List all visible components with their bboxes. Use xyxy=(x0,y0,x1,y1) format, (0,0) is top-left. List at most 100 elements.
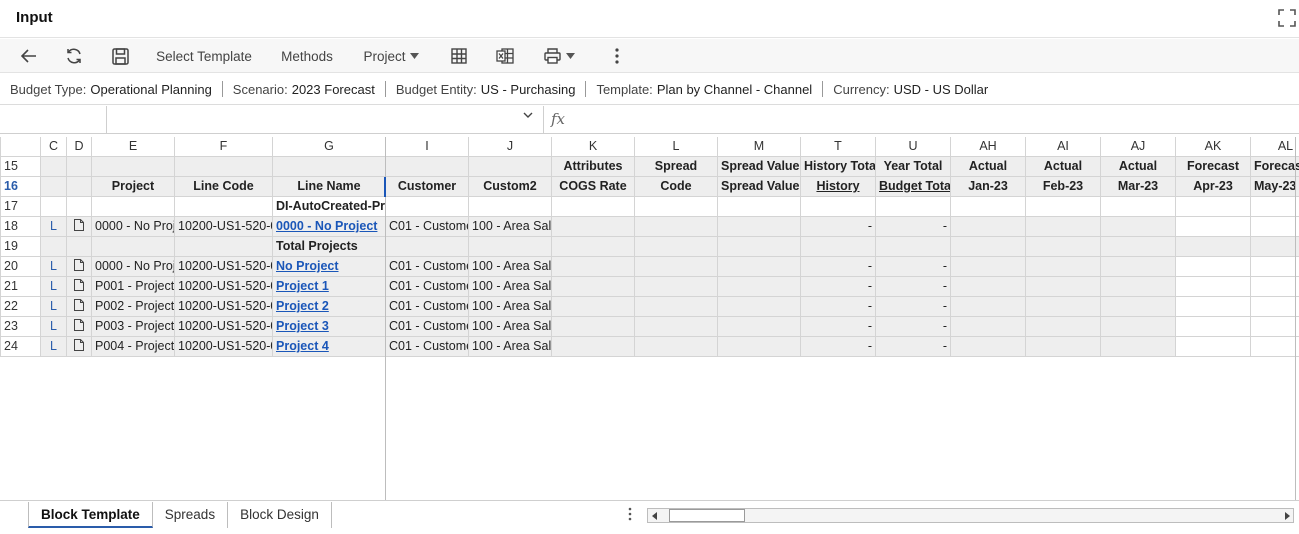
tab-block-template[interactable]: Block Template xyxy=(28,502,153,528)
cell[interactable] xyxy=(468,195,552,217)
document-icon[interactable] xyxy=(66,315,92,337)
header-cell[interactable]: Mar-23 xyxy=(1100,175,1176,197)
cell[interactable] xyxy=(717,295,801,317)
tab-block-design[interactable]: Block Design xyxy=(228,502,332,528)
cell[interactable] xyxy=(40,235,67,257)
year-total-cell[interactable]: - xyxy=(875,275,951,297)
cell[interactable] xyxy=(551,315,635,337)
cell[interactable] xyxy=(551,255,635,277)
header-cell[interactable]: COGS Rate xyxy=(551,175,635,197)
line-code-cell[interactable]: 10200-US1-520-000 xyxy=(174,335,273,357)
line-name-link[interactable]: Project 2 xyxy=(272,295,386,317)
corner-cell[interactable] xyxy=(0,137,41,157)
column-header[interactable]: D xyxy=(66,137,92,157)
header-cell[interactable]: Spread Values xyxy=(717,155,801,177)
column-header[interactable]: M xyxy=(717,137,801,157)
cell[interactable] xyxy=(717,215,801,237)
header-cell[interactable]: Apr-23 xyxy=(1175,175,1251,197)
line-code-cell[interactable]: 10200-US1-520-000 xyxy=(174,315,273,337)
cell[interactable] xyxy=(634,315,718,337)
cell[interactable] xyxy=(1100,315,1176,337)
cell[interactable] xyxy=(40,195,67,217)
row-number[interactable]: 22 xyxy=(0,295,41,317)
cell[interactable] xyxy=(551,195,635,217)
cell[interactable] xyxy=(1025,255,1101,277)
line-link-cell[interactable]: L xyxy=(40,335,67,357)
header-cell[interactable]: History xyxy=(800,175,876,197)
cell[interactable] xyxy=(717,235,801,257)
cell[interactable] xyxy=(551,215,635,237)
input-cell[interactable] xyxy=(1250,335,1299,357)
column-header[interactable]: I xyxy=(385,137,469,157)
input-cell[interactable] xyxy=(1250,275,1299,297)
cell[interactable] xyxy=(950,335,1026,357)
row-number[interactable]: 15 xyxy=(0,155,41,177)
header-cell[interactable]: Line Code xyxy=(174,175,273,197)
row-number[interactable]: 24 xyxy=(0,335,41,357)
spreadsheet-grid[interactable]: C D E F G I J K L M T U AH AI AJ AK AL 1… xyxy=(0,137,1299,500)
custom2-cell[interactable]: 100 - Area Sales xyxy=(468,335,552,357)
custom2-cell[interactable]: 100 - Area Sales xyxy=(468,215,552,237)
document-icon[interactable] xyxy=(66,255,92,277)
customer-cell[interactable]: C01 - Customer 01 xyxy=(385,295,469,317)
customer-cell[interactable]: C01 - Customer 01 xyxy=(385,275,469,297)
header-cell[interactable]: Customer xyxy=(385,175,469,197)
cell[interactable] xyxy=(717,335,801,357)
cell[interactable] xyxy=(66,235,92,257)
header-cell[interactable]: Forecast xyxy=(1175,155,1251,177)
header-cell[interactable]: Actual xyxy=(950,155,1026,177)
cell[interactable] xyxy=(634,195,718,217)
cell[interactable]: Total Projects xyxy=(272,235,386,257)
cell[interactable] xyxy=(40,155,67,177)
input-cell[interactable] xyxy=(1175,215,1251,237)
save-icon[interactable] xyxy=(108,39,132,73)
cell[interactable] xyxy=(1025,215,1101,237)
column-header[interactable]: AH xyxy=(950,137,1026,157)
column-header[interactable]: AI xyxy=(1025,137,1101,157)
row-number[interactable]: 21 xyxy=(0,275,41,297)
cell[interactable] xyxy=(66,195,92,217)
cell[interactable] xyxy=(950,215,1026,237)
cell[interactable] xyxy=(551,275,635,297)
input-cell[interactable] xyxy=(1175,315,1251,337)
column-header[interactable]: AJ xyxy=(1100,137,1176,157)
row-number-selected[interactable]: 16 xyxy=(0,175,41,197)
cell[interactable] xyxy=(800,195,876,217)
input-cell[interactable] xyxy=(1175,335,1251,357)
custom2-cell[interactable]: 100 - Area Sales xyxy=(468,295,552,317)
scrollbar-thumb[interactable] xyxy=(669,509,745,522)
cell[interactable] xyxy=(875,195,951,217)
input-cell[interactable] xyxy=(1250,315,1299,337)
year-total-cell[interactable]: - xyxy=(875,255,951,277)
cell[interactable] xyxy=(1025,335,1101,357)
year-total-cell[interactable]: - xyxy=(875,335,951,357)
customer-cell[interactable]: C01 - Customer 01 xyxy=(385,215,469,237)
cell[interactable] xyxy=(468,155,552,177)
customer-cell[interactable]: C01 - Customer 01 xyxy=(385,335,469,357)
column-header[interactable]: U xyxy=(875,137,951,157)
cell[interactable] xyxy=(1100,295,1176,317)
cell[interactable] xyxy=(385,155,469,177)
header-cell[interactable]: May-23 xyxy=(1250,175,1299,197)
column-header[interactable]: C xyxy=(40,137,67,157)
row-number[interactable]: 19 xyxy=(0,235,41,257)
row-number[interactable]: 18 xyxy=(0,215,41,237)
line-name-link[interactable]: 0000 - No Project xyxy=(272,215,386,237)
header-cell[interactable]: History Total xyxy=(800,155,876,177)
project-cell[interactable]: P004 - Project 4 xyxy=(91,335,175,357)
line-code-cell[interactable]: 10200-US1-520-000 xyxy=(174,255,273,277)
history-total-cell[interactable]: - xyxy=(800,275,876,297)
cell[interactable] xyxy=(1250,235,1299,257)
cell[interactable] xyxy=(950,235,1026,257)
line-link-cell[interactable]: L xyxy=(40,215,67,237)
name-box-dropdown[interactable] xyxy=(107,106,544,133)
document-icon[interactable] xyxy=(66,335,92,357)
cell[interactable] xyxy=(1025,275,1101,297)
cell[interactable] xyxy=(66,175,92,197)
cell[interactable] xyxy=(91,155,175,177)
cell[interactable] xyxy=(91,235,175,257)
line-link-cell[interactable]: L xyxy=(40,255,67,277)
cell[interactable] xyxy=(1100,235,1176,257)
custom2-cell[interactable]: 100 - Area Sales xyxy=(468,255,552,277)
year-total-cell[interactable]: - xyxy=(875,295,951,317)
